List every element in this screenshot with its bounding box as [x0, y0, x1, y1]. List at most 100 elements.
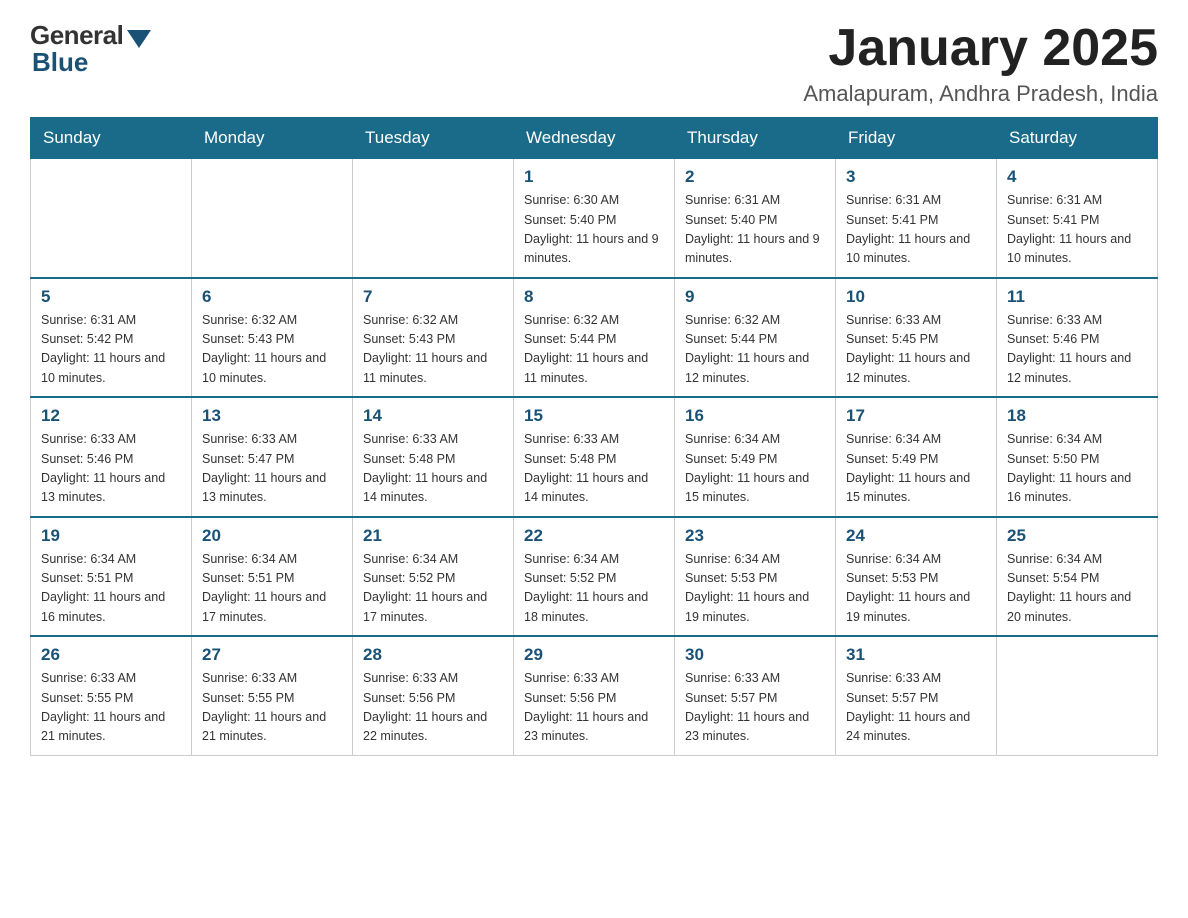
- calendar-cell: 4Sunrise: 6:31 AM Sunset: 5:41 PM Daylig…: [997, 159, 1158, 278]
- day-info: Sunrise: 6:34 AM Sunset: 5:51 PM Dayligh…: [202, 550, 342, 628]
- calendar-cell: 7 Sunrise: 6:32 AM Sunset: 5:43 PM Daylig…: [353, 278, 514, 398]
- day-info: Sunrise: 6:32 AM Sunset: 5:43 PM Dayligh…: [202, 311, 342, 389]
- day-info: Sunrise: 6:32 AM Sunset: 5:44 PM Dayligh…: [524, 311, 664, 389]
- day-number: 8: [524, 287, 664, 307]
- calendar-cell: 30 Sunrise: 6:33 AM Sunset: 5:57 PM Dayli…: [675, 636, 836, 755]
- calendar-cell: 21Sunrise: 6:34 AM Sunset: 5:52 PM Dayli…: [353, 517, 514, 637]
- calendar-cell: 24 Sunrise: 6:34 AM Sunset: 5:53 PM Dayli…: [836, 517, 997, 637]
- calendar-cell: 25Sunrise: 6:34 AM Sunset: 5:54 PM Dayli…: [997, 517, 1158, 637]
- calendar-week-row: 1 Sunrise: 6:30 AM Sunset: 5:40 PM Daylig…: [31, 159, 1158, 278]
- calendar-cell: 14 Sunrise: 6:33 AM Sunset: 5:48 PM Dayli…: [353, 397, 514, 517]
- day-info: Sunrise: 6:31 AM Sunset: 5:42 PM Dayligh…: [41, 311, 181, 389]
- calendar-cell: [192, 159, 353, 278]
- calendar-header-saturday: Saturday: [997, 118, 1158, 159]
- calendar-cell: 23 Sunrise: 6:34 AM Sunset: 5:53 PM Dayli…: [675, 517, 836, 637]
- day-info: Sunrise: 6:34 AM Sunset: 5:52 PM Dayligh…: [524, 550, 664, 628]
- day-number: 16: [685, 406, 825, 426]
- day-info: Sunrise: 6:33 AM Sunset: 5:48 PM Dayligh…: [524, 430, 664, 508]
- day-info: Sunrise: 6:34 AM Sunset: 5:49 PM Dayligh…: [685, 430, 825, 508]
- day-info: Sunrise: 6:33 AM Sunset: 5:46 PM Dayligh…: [1007, 311, 1147, 389]
- day-number: 13: [202, 406, 342, 426]
- day-number: 3: [846, 167, 986, 187]
- day-info: Sunrise: 6:33 AM Sunset: 5:48 PM Dayligh…: [363, 430, 503, 508]
- calendar-cell: 18Sunrise: 6:34 AM Sunset: 5:50 PM Dayli…: [997, 397, 1158, 517]
- day-number: 19: [41, 526, 181, 546]
- day-number: 31: [846, 645, 986, 665]
- day-number: 28: [363, 645, 503, 665]
- day-number: 29: [524, 645, 664, 665]
- day-info: Sunrise: 6:32 AM Sunset: 5:43 PM Dayligh…: [363, 311, 503, 389]
- day-info: Sunrise: 6:34 AM Sunset: 5:52 PM Dayligh…: [363, 550, 503, 628]
- calendar-cell: [353, 159, 514, 278]
- day-number: 12: [41, 406, 181, 426]
- day-info: Sunrise: 6:33 AM Sunset: 5:56 PM Dayligh…: [363, 669, 503, 747]
- day-info: Sunrise: 6:34 AM Sunset: 5:49 PM Dayligh…: [846, 430, 986, 508]
- calendar-cell: 6 Sunrise: 6:32 AM Sunset: 5:43 PM Daylig…: [192, 278, 353, 398]
- month-title: January 2025: [803, 20, 1158, 77]
- day-number: 10: [846, 287, 986, 307]
- calendar-cell: 15 Sunrise: 6:33 AM Sunset: 5:48 PM Dayli…: [514, 397, 675, 517]
- day-number: 7: [363, 287, 503, 307]
- day-number: 15: [524, 406, 664, 426]
- calendar-cell: 9Sunrise: 6:32 AM Sunset: 5:44 PM Daylig…: [675, 278, 836, 398]
- calendar-cell: 12 Sunrise: 6:33 AM Sunset: 5:46 PM Dayli…: [31, 397, 192, 517]
- calendar-table: SundayMondayTuesdayWednesdayThursdayFrid…: [30, 117, 1158, 756]
- page-header: General Blue January 2025 Amalapuram, An…: [30, 20, 1158, 107]
- calendar-cell: 10 Sunrise: 6:33 AM Sunset: 5:45 PM Dayli…: [836, 278, 997, 398]
- calendar-cell: 27 Sunrise: 6:33 AM Sunset: 5:55 PM Dayli…: [192, 636, 353, 755]
- day-info: Sunrise: 6:34 AM Sunset: 5:51 PM Dayligh…: [41, 550, 181, 628]
- calendar-week-row: 5 Sunrise: 6:31 AM Sunset: 5:42 PM Daylig…: [31, 278, 1158, 398]
- day-info: Sunrise: 6:33 AM Sunset: 5:55 PM Dayligh…: [41, 669, 181, 747]
- day-info: Sunrise: 6:33 AM Sunset: 5:55 PM Dayligh…: [202, 669, 342, 747]
- day-info: Sunrise: 6:31 AM Sunset: 5:40 PM Dayligh…: [685, 191, 825, 269]
- calendar-header-thursday: Thursday: [675, 118, 836, 159]
- day-info: Sunrise: 6:34 AM Sunset: 5:54 PM Dayligh…: [1007, 550, 1147, 628]
- logo-blue-text: Blue: [32, 47, 88, 78]
- day-info: Sunrise: 6:33 AM Sunset: 5:57 PM Dayligh…: [685, 669, 825, 747]
- day-info: Sunrise: 6:33 AM Sunset: 5:46 PM Dayligh…: [41, 430, 181, 508]
- day-info: Sunrise: 6:33 AM Sunset: 5:45 PM Dayligh…: [846, 311, 986, 389]
- day-number: 9: [685, 287, 825, 307]
- day-number: 6: [202, 287, 342, 307]
- calendar-cell: [997, 636, 1158, 755]
- day-info: Sunrise: 6:33 AM Sunset: 5:57 PM Dayligh…: [846, 669, 986, 747]
- day-info: Sunrise: 6:34 AM Sunset: 5:53 PM Dayligh…: [846, 550, 986, 628]
- calendar-week-row: 19 Sunrise: 6:34 AM Sunset: 5:51 PM Dayli…: [31, 517, 1158, 637]
- calendar-header-monday: Monday: [192, 118, 353, 159]
- calendar-cell: [31, 159, 192, 278]
- day-number: 2: [685, 167, 825, 187]
- calendar-header-row: SundayMondayTuesdayWednesdayThursdayFrid…: [31, 118, 1158, 159]
- calendar-cell: 31 Sunrise: 6:33 AM Sunset: 5:57 PM Dayli…: [836, 636, 997, 755]
- day-number: 27: [202, 645, 342, 665]
- day-info: Sunrise: 6:33 AM Sunset: 5:47 PM Dayligh…: [202, 430, 342, 508]
- calendar-cell: 2 Sunrise: 6:31 AM Sunset: 5:40 PM Daylig…: [675, 159, 836, 278]
- calendar-cell: 19 Sunrise: 6:34 AM Sunset: 5:51 PM Dayli…: [31, 517, 192, 637]
- day-info: Sunrise: 6:31 AM Sunset: 5:41 PM Dayligh…: [1007, 191, 1147, 269]
- day-number: 18: [1007, 406, 1147, 426]
- calendar-header-wednesday: Wednesday: [514, 118, 675, 159]
- day-number: 24: [846, 526, 986, 546]
- calendar-cell: 1 Sunrise: 6:30 AM Sunset: 5:40 PM Daylig…: [514, 159, 675, 278]
- location: Amalapuram, Andhra Pradesh, India: [803, 81, 1158, 107]
- calendar-cell: 29 Sunrise: 6:33 AM Sunset: 5:56 PM Dayli…: [514, 636, 675, 755]
- calendar-cell: 17 Sunrise: 6:34 AM Sunset: 5:49 PM Dayli…: [836, 397, 997, 517]
- day-number: 14: [363, 406, 503, 426]
- calendar-cell: 8 Sunrise: 6:32 AM Sunset: 5:44 PM Daylig…: [514, 278, 675, 398]
- day-number: 30: [685, 645, 825, 665]
- day-number: 22: [524, 526, 664, 546]
- day-info: Sunrise: 6:33 AM Sunset: 5:56 PM Dayligh…: [524, 669, 664, 747]
- calendar-week-row: 26Sunrise: 6:33 AM Sunset: 5:55 PM Dayli…: [31, 636, 1158, 755]
- calendar-cell: 13 Sunrise: 6:33 AM Sunset: 5:47 PM Dayli…: [192, 397, 353, 517]
- logo-arrow-icon: [127, 30, 151, 48]
- day-number: 17: [846, 406, 986, 426]
- day-info: Sunrise: 6:34 AM Sunset: 5:53 PM Dayligh…: [685, 550, 825, 628]
- calendar-cell: 26Sunrise: 6:33 AM Sunset: 5:55 PM Dayli…: [31, 636, 192, 755]
- title-section: January 2025 Amalapuram, Andhra Pradesh,…: [803, 20, 1158, 107]
- calendar-week-row: 12 Sunrise: 6:33 AM Sunset: 5:46 PM Dayli…: [31, 397, 1158, 517]
- day-number: 5: [41, 287, 181, 307]
- calendar-cell: 16 Sunrise: 6:34 AM Sunset: 5:49 PM Dayli…: [675, 397, 836, 517]
- day-number: 1: [524, 167, 664, 187]
- calendar-cell: 5 Sunrise: 6:31 AM Sunset: 5:42 PM Daylig…: [31, 278, 192, 398]
- day-number: 23: [685, 526, 825, 546]
- day-info: Sunrise: 6:30 AM Sunset: 5:40 PM Dayligh…: [524, 191, 664, 269]
